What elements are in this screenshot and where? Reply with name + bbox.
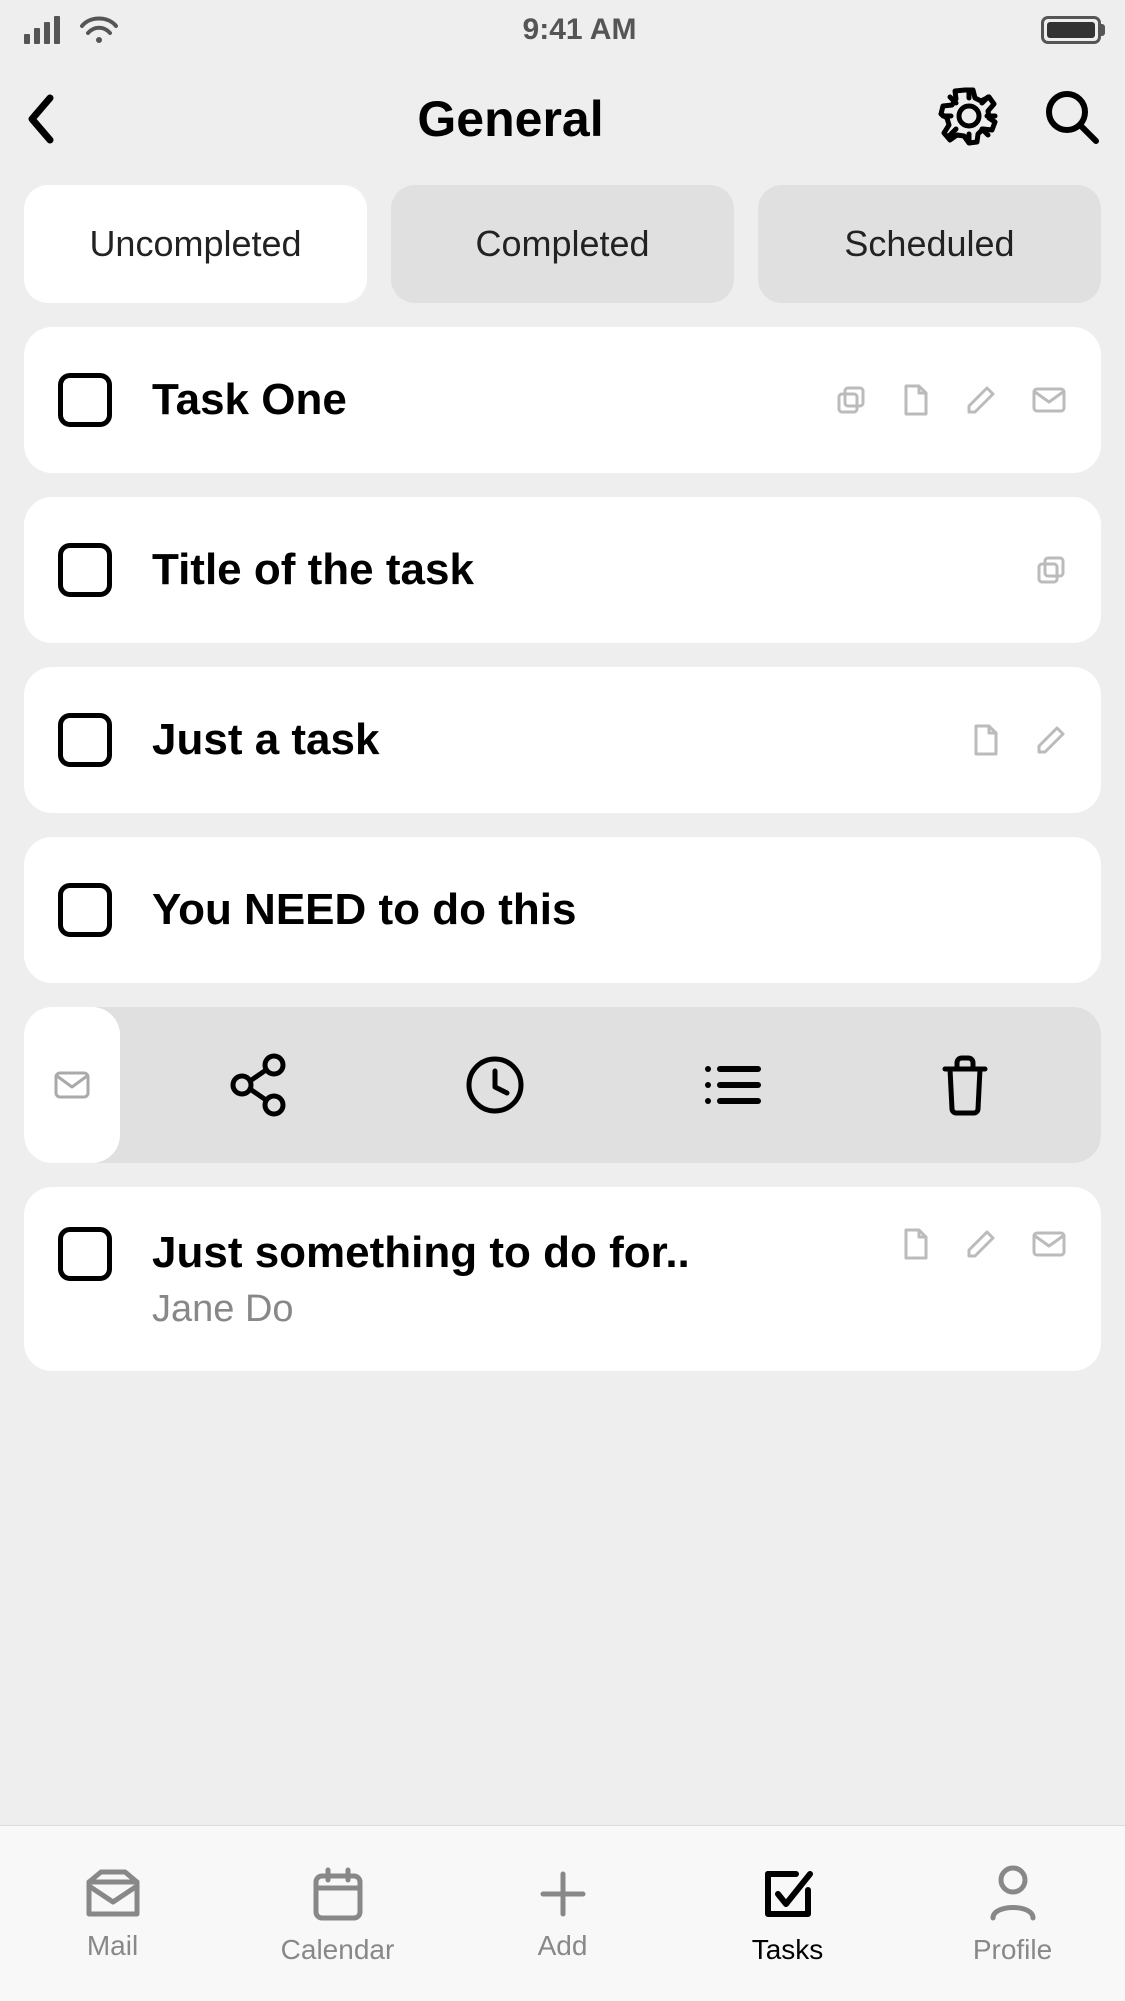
task-title: Title of the task [152,544,995,597]
nav-label: Add [538,1930,588,1962]
status-bar: 9:41 AM [0,0,1125,60]
task-row[interactable]: Just a task [24,667,1101,813]
file-icon[interactable] [901,383,931,417]
share-icon[interactable] [228,1053,288,1117]
clock-icon[interactable] [463,1053,527,1117]
task-title: Just a task [152,714,931,767]
status-time: 9:41 AM [523,13,637,47]
task-checkbox[interactable] [58,713,112,767]
back-button[interactable] [24,92,84,146]
page-title: General [84,90,937,148]
search-icon[interactable] [1041,86,1101,151]
nav-add[interactable]: Add [450,1826,675,2001]
task-title: Task One [152,374,795,427]
nav-label: Tasks [752,1934,824,1966]
nav-calendar[interactable]: Calendar [225,1826,450,2001]
edit-icon[interactable] [965,1228,997,1260]
task-assignee: Jane Do [152,1288,861,1331]
nav-label: Mail [87,1930,138,1962]
edit-icon[interactable] [1035,724,1067,756]
task-list: Task One Title of the task Just a task Y… [0,327,1125,1371]
mail-icon[interactable] [1031,1230,1067,1258]
task-title: You NEED to do this [152,884,1067,937]
edit-icon[interactable] [965,384,997,416]
settings-icon[interactable] [937,84,1001,153]
task-row[interactable]: You NEED to do this [24,837,1101,983]
cellular-signal-icon [24,16,64,44]
mail-icon[interactable] [1031,386,1067,414]
nav-tasks[interactable]: Tasks [675,1826,900,2001]
swipe-handle[interactable] [24,1007,120,1163]
nav-profile[interactable]: Profile [900,1826,1125,2001]
tab-uncompleted[interactable]: Uncompleted [24,185,367,303]
filter-tabs: Uncompleted Completed Scheduled [0,177,1125,327]
file-icon[interactable] [901,1227,931,1261]
task-checkbox[interactable] [58,1227,112,1281]
nav-label: Calendar [281,1934,395,1966]
nav-label: Profile [973,1934,1052,1966]
task-row[interactable]: Title of the task [24,497,1101,643]
task-title: Just something to do for.. [152,1227,861,1280]
bottom-nav: Mail Calendar Add Tasks Profile [0,1825,1125,2001]
nav-mail[interactable]: Mail [0,1826,225,2001]
battery-icon [1041,16,1101,44]
file-icon[interactable] [971,723,1001,757]
tab-completed[interactable]: Completed [391,185,734,303]
copy-icon[interactable] [835,384,867,416]
header: General [0,60,1125,177]
list-icon[interactable] [702,1061,762,1109]
task-checkbox[interactable] [58,543,112,597]
task-row[interactable]: Task One [24,327,1101,473]
task-row[interactable]: Just something to do for.. Jane Do [24,1187,1101,1371]
task-checkbox[interactable] [58,883,112,937]
trash-icon[interactable] [937,1053,993,1117]
task-row-swiped[interactable] [24,1007,1101,1163]
tab-scheduled[interactable]: Scheduled [758,185,1101,303]
wifi-icon [80,16,118,44]
task-checkbox[interactable] [58,373,112,427]
copy-icon[interactable] [1035,554,1067,586]
